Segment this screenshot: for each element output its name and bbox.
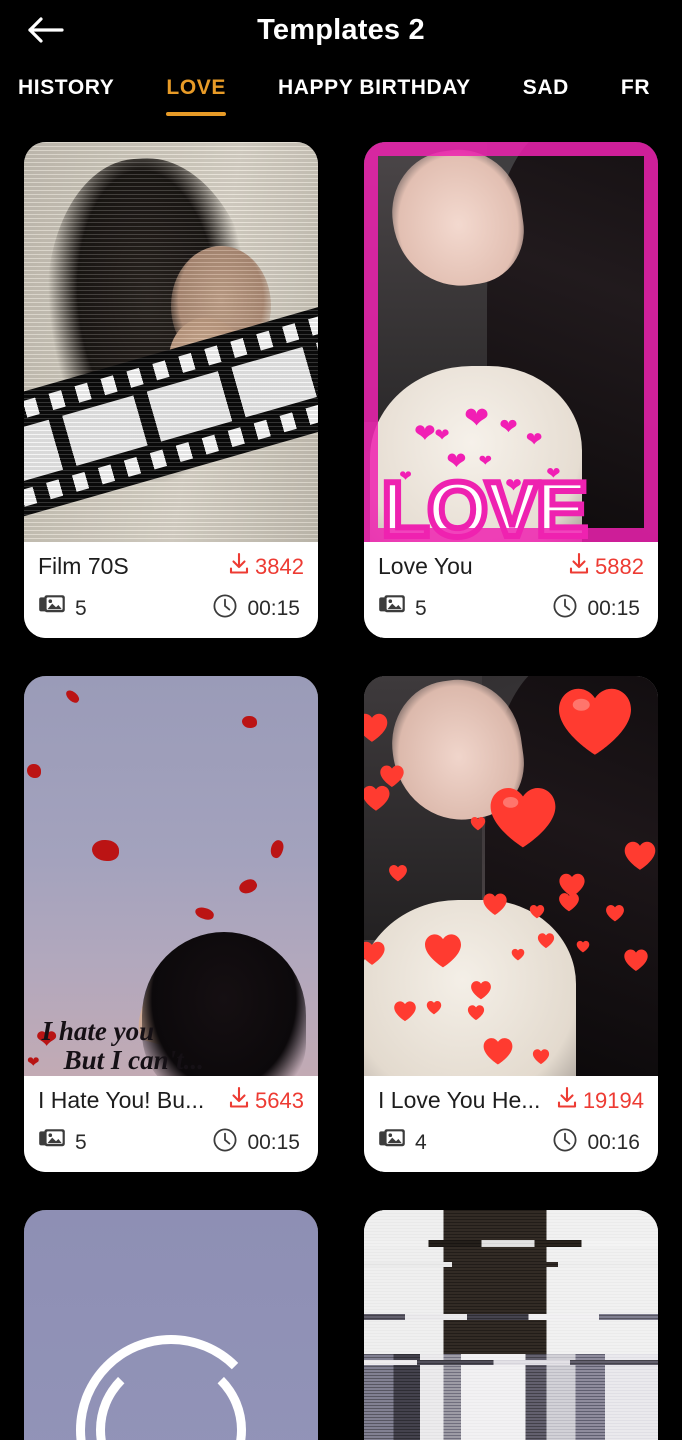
template-info: Love You 5882 5 00:15 xyxy=(364,542,658,638)
template-card[interactable]: ❤ ❤ I hate you But I can't... I Hate You… xyxy=(24,676,318,1172)
duration-stat: 00:15 xyxy=(212,1127,300,1158)
template-title: Love You xyxy=(378,553,473,579)
arrow-left-icon xyxy=(26,15,64,45)
templates-screen: Templates 2 HISTORY LOVE HAPPY BIRTHDAY … xyxy=(0,0,682,1440)
duration: 00:15 xyxy=(247,596,300,620)
template-thumbnail[interactable] xyxy=(24,142,318,542)
download-stat: 5643 xyxy=(228,1086,304,1115)
template-thumbnail[interactable]: ❤ ❤ ❤ ❤ ❤ ❤ ❤ ❤ ❤ ❤ LOVE xyxy=(364,142,658,542)
thumbnail-artwork xyxy=(364,676,658,1076)
clock-icon xyxy=(552,1127,578,1158)
tab-label: LOVE xyxy=(166,76,226,99)
image-count-stat: 5 xyxy=(38,1128,87,1157)
image-stack-icon xyxy=(378,594,406,623)
image-count: 5 xyxy=(415,596,427,620)
template-card[interactable]: ❤ ❤ ❤ ❤ ❤ ❤ ❤ ❤ ❤ ❤ LOVE Love You 5882 5… xyxy=(364,142,658,638)
template-thumbnail[interactable]: ❤ ❤ I hate you But I can't... xyxy=(24,676,318,1076)
download-icon xyxy=(228,1086,250,1115)
download-icon xyxy=(556,1086,578,1115)
template-thumbnail[interactable] xyxy=(24,1210,318,1440)
download-count: 5882 xyxy=(595,553,644,579)
duration: 00:15 xyxy=(587,596,640,620)
template-title: Film 70S xyxy=(38,553,129,579)
download-stat: 19194 xyxy=(556,1086,644,1115)
tab-history[interactable]: HISTORY xyxy=(18,60,114,116)
image-stack-icon xyxy=(38,1128,66,1157)
thumbnail-artwork: ❤ ❤ ❤ ❤ ❤ ❤ ❤ ❤ ❤ ❤ LOVE xyxy=(364,142,658,542)
template-card[interactable]: Film 70S 3842 5 00:15 xyxy=(24,142,318,638)
download-count: 5643 xyxy=(255,1087,304,1113)
duration: 00:15 xyxy=(247,1130,300,1154)
template-card[interactable] xyxy=(24,1210,318,1440)
tab-label: HISTORY xyxy=(18,76,115,99)
tab-underline xyxy=(18,112,114,116)
template-info: Film 70S 3842 5 00:15 xyxy=(24,542,318,638)
thumbnail-overlay-text: I hate you But I can't... xyxy=(42,1017,204,1074)
template-thumbnail[interactable] xyxy=(364,1210,658,1440)
tab-love[interactable]: LOVE xyxy=(166,60,226,116)
overlay-line-2: But I can't... xyxy=(63,1044,204,1075)
tab-underline xyxy=(621,112,650,116)
image-count: 4 xyxy=(415,1130,427,1154)
tab-label: HAPPY BIRTHDAY xyxy=(277,76,471,99)
tab-happy-birthday[interactable]: HAPPY BIRTHDAY xyxy=(278,60,471,116)
tab-underline xyxy=(166,112,226,116)
thumbnail-artwork xyxy=(364,1210,658,1440)
tab-sad[interactable]: SAD xyxy=(523,60,569,116)
thumbnail-artwork xyxy=(24,142,318,542)
image-count: 5 xyxy=(75,596,87,620)
clock-icon xyxy=(552,593,578,624)
thumbnail-artwork xyxy=(24,1210,318,1440)
template-title: I Love You He... xyxy=(378,1087,541,1113)
duration-stat: 00:16 xyxy=(552,1127,640,1158)
duration: 00:16 xyxy=(587,1130,640,1154)
clock-icon xyxy=(212,593,238,624)
download-stat: 5882 xyxy=(568,552,644,581)
page-title: Templates 2 xyxy=(257,13,425,46)
tab-friendship[interactable]: FR xyxy=(621,60,650,116)
template-title: I Hate You! Bu... xyxy=(38,1087,205,1113)
template-info: I Love You He... 19194 4 00:16 xyxy=(364,1076,658,1172)
duration-stat: 00:15 xyxy=(552,593,640,624)
overlay-line-1: I hate you xyxy=(41,1016,155,1047)
image-count-stat: 5 xyxy=(38,594,87,623)
back-button[interactable] xyxy=(10,0,80,60)
template-thumbnail[interactable] xyxy=(364,676,658,1076)
download-count: 3842 xyxy=(255,553,304,579)
tab-label: FR xyxy=(620,76,651,99)
thumbnail-artwork: ❤ ❤ I hate you But I can't... xyxy=(24,676,318,1076)
template-card[interactable] xyxy=(364,1210,658,1440)
tab-underline xyxy=(523,112,569,116)
download-icon xyxy=(568,552,590,581)
image-count-stat: 4 xyxy=(378,1128,427,1157)
download-icon xyxy=(228,552,250,581)
tab-underline xyxy=(278,112,471,116)
clock-icon xyxy=(212,1127,238,1158)
category-tab-bar[interactable]: HISTORY LOVE HAPPY BIRTHDAY SAD FR xyxy=(0,60,682,135)
tab-label: SAD xyxy=(522,76,569,99)
image-stack-icon xyxy=(38,594,66,623)
thumbnail-overlay-text: LOVE xyxy=(379,465,591,542)
image-stack-icon xyxy=(378,1128,406,1157)
download-stat: 3842 xyxy=(228,552,304,581)
image-count: 5 xyxy=(75,1130,87,1154)
template-grid: Film 70S 3842 5 00:15 ❤ ❤ ❤ ❤ ❤ ❤ ❤ ❤ ❤ … xyxy=(0,142,682,1440)
download-count: 19194 xyxy=(582,1087,644,1113)
template-card[interactable]: I Love You He... 19194 4 00:16 xyxy=(364,676,658,1172)
duration-stat: 00:15 xyxy=(212,593,300,624)
template-info: I Hate You! Bu... 5643 5 00:15 xyxy=(24,1076,318,1172)
image-count-stat: 5 xyxy=(378,594,427,623)
app-bar: Templates 2 xyxy=(0,0,682,60)
